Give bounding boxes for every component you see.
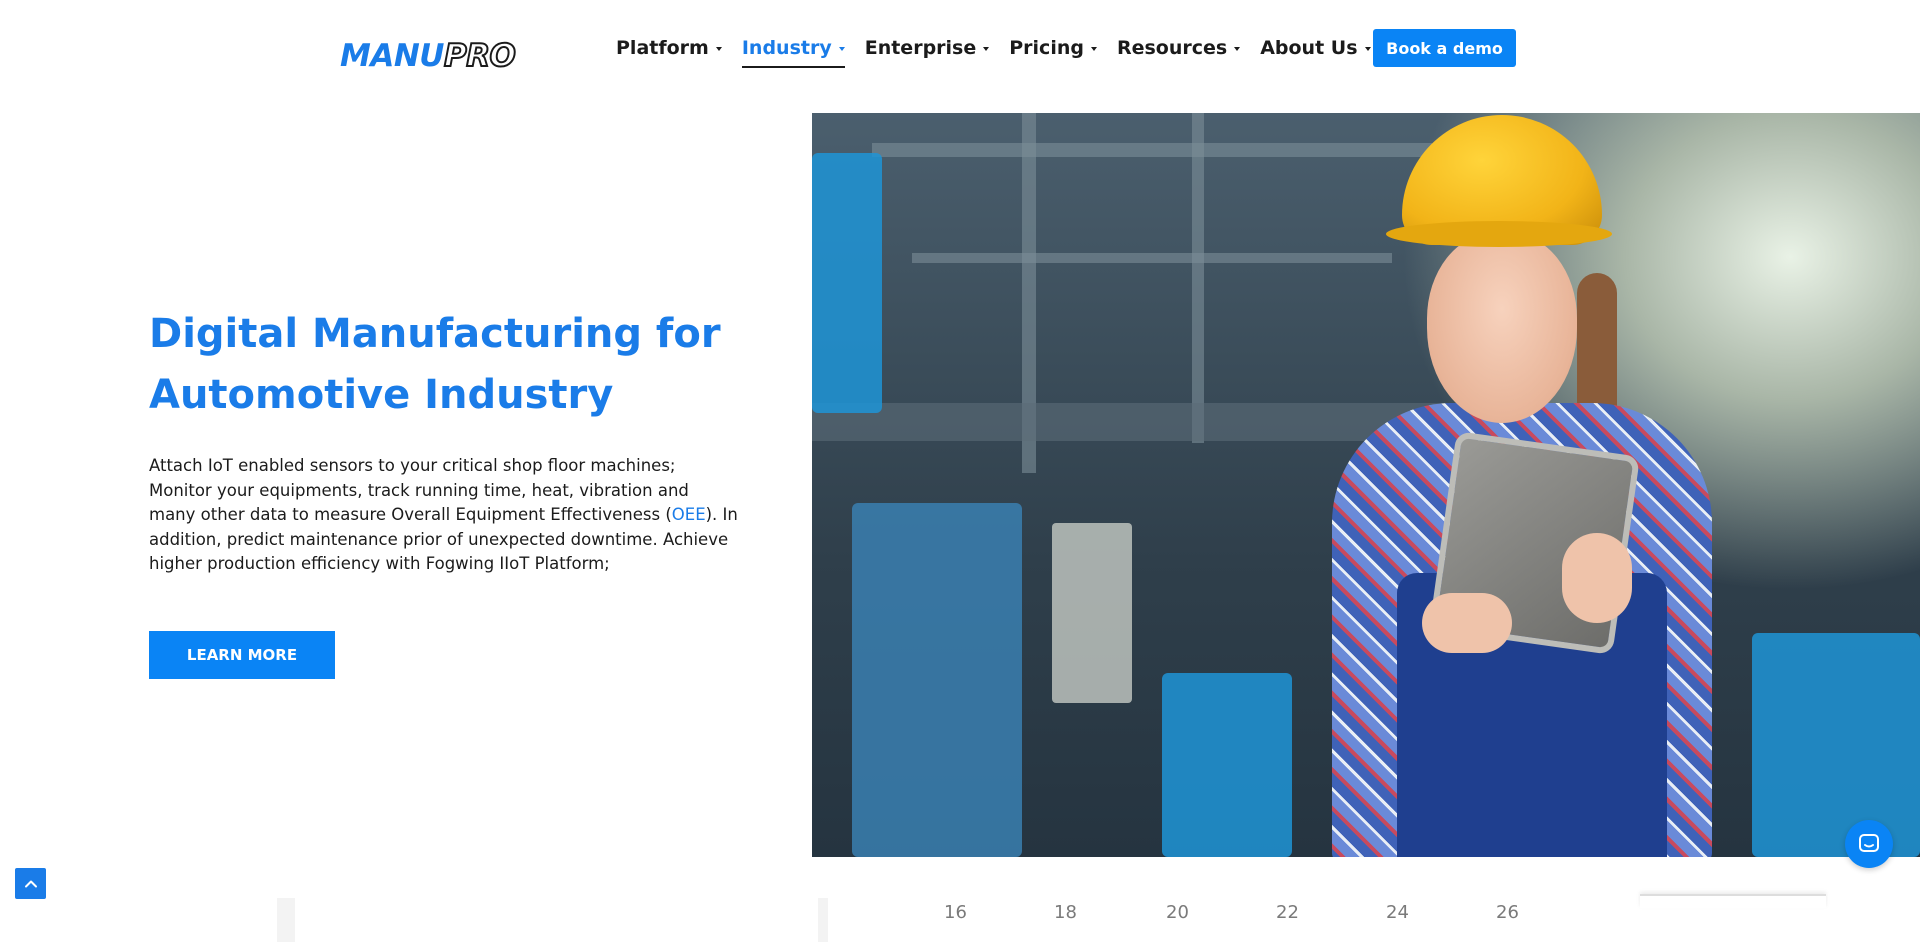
caret-down-icon bbox=[1364, 47, 1371, 51]
timeline-tick: 24 bbox=[1386, 902, 1409, 923]
small-card-peek bbox=[1640, 894, 1826, 908]
nav-label: Platform bbox=[616, 37, 709, 59]
manupro-logo[interactable]: MANU PRO bbox=[340, 37, 517, 75]
timeline-tick: 22 bbox=[1276, 902, 1299, 923]
learn-more-button[interactable]: LEARN MORE bbox=[149, 631, 335, 679]
nav-label: Enterprise bbox=[864, 37, 977, 59]
nav-item-industry[interactable]: Industry bbox=[741, 34, 845, 68]
nav-item-resources[interactable]: Resources bbox=[1116, 34, 1241, 62]
hero-title-line1: Digital Manufacturing for bbox=[149, 311, 721, 357]
nav-item-enterprise[interactable]: Enterprise bbox=[865, 34, 990, 62]
nav-item-pricing[interactable]: Pricing bbox=[1009, 34, 1097, 62]
timeline-card-left bbox=[277, 898, 807, 942]
chat-bubble-icon bbox=[1859, 834, 1879, 852]
worker-figure bbox=[1292, 113, 1732, 857]
site-header: MANU PRO Platform Industry Enterprise Pri… bbox=[0, 0, 1920, 96]
nav-item-about-us[interactable]: About Us bbox=[1260, 34, 1371, 62]
hero-description: Attach IoT enabled sensors to your criti… bbox=[149, 454, 739, 577]
caret-down-icon bbox=[1234, 47, 1241, 51]
nav-label: Resources bbox=[1116, 37, 1228, 59]
main-nav: Platform Industry Enterprise Pricing Res… bbox=[616, 34, 1391, 68]
nav-label: Industry bbox=[741, 37, 832, 59]
nav-item-platform[interactable]: Platform bbox=[616, 34, 722, 62]
hero-desc-before: Attach IoT enabled sensors to your criti… bbox=[149, 456, 689, 524]
scroll-to-top-button[interactable] bbox=[15, 868, 46, 899]
caret-down-icon bbox=[1090, 47, 1097, 51]
caret-down-icon bbox=[838, 47, 845, 51]
book-demo-button[interactable]: Book a demo bbox=[1373, 29, 1516, 67]
logo-text-manu: MANU bbox=[340, 38, 444, 74]
caret-down-icon bbox=[983, 47, 990, 51]
timeline-tick: 16 bbox=[944, 902, 967, 923]
caret-down-icon bbox=[715, 47, 722, 51]
timeline-tick: 26 bbox=[1496, 902, 1519, 923]
timeline-tick: 18 bbox=[1054, 902, 1077, 923]
logo-text-pro: PRO bbox=[443, 37, 517, 75]
hero-title: Digital Manufacturing for Automotive Ind… bbox=[149, 304, 769, 426]
oee-link[interactable]: OEE bbox=[672, 505, 706, 524]
nav-label: About Us bbox=[1260, 37, 1358, 59]
chevron-up-icon bbox=[24, 880, 37, 887]
timeline-tick: 20 bbox=[1166, 902, 1189, 923]
hero-title-line2: Automotive Industry bbox=[149, 372, 614, 418]
nav-label: Pricing bbox=[1009, 37, 1084, 59]
hero-image-factory-worker bbox=[812, 113, 1920, 857]
chat-launcher-button[interactable] bbox=[1845, 820, 1893, 868]
